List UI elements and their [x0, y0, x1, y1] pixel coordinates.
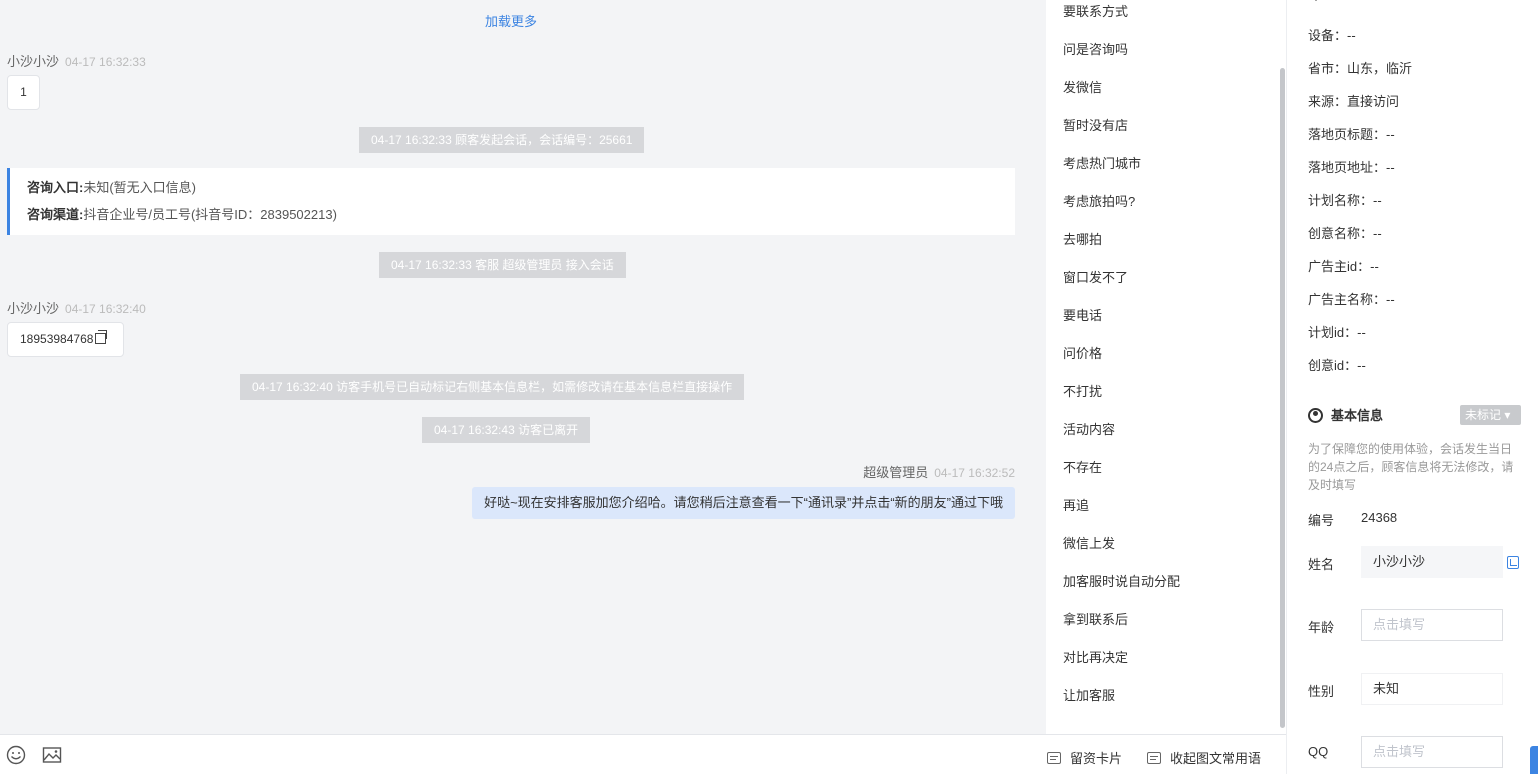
visit-info-plan-id: 计划id：-- — [1308, 325, 1366, 340]
message-header: 小沙小沙 04-17 16:32:40 — [7, 298, 146, 317]
message-header: 小沙小沙 04-17 16:32:33 — [7, 51, 146, 70]
visit-info-advertiser-id: 广告主id：-- — [1308, 259, 1379, 274]
sender-name: 小沙小沙 — [7, 54, 60, 69]
floating-action-tab[interactable] — [1530, 746, 1538, 774]
visit-info-source: 来源：直接访问 — [1308, 94, 1400, 109]
quick-reply-item[interactable]: 微信上发 — [1063, 533, 1115, 552]
quick-reply-item[interactable]: 加客服时说自动分配 — [1063, 571, 1180, 590]
lead-card-button[interactable]: 留资卡片 — [1047, 748, 1122, 767]
basic-info-title-text: 基本信息 — [1331, 408, 1384, 423]
quick-replies-scrollbar[interactable] — [1280, 68, 1285, 728]
quick-reply-item[interactable]: 问是咨询吗 — [1063, 39, 1128, 58]
quick-reply-item[interactable]: 不打扰 — [1063, 381, 1102, 400]
id-label: 编号 — [1308, 513, 1335, 528]
caret-down-icon: ▾ — [1504, 408, 1511, 422]
visit-info-creative-id: 创意id：-- — [1308, 358, 1366, 373]
chat-panel: 加载更多 小沙小沙 04-17 16:32:33 1 04-17 16:32:33… — [0, 0, 1046, 734]
quick-reply-item[interactable]: 要电话 — [1063, 305, 1102, 324]
age-placeholder: 点击填写 — [1373, 617, 1426, 632]
mark-status-value: 未标记 — [1465, 408, 1502, 422]
quick-reply-item[interactable]: 问价格 — [1063, 343, 1102, 362]
quick-reply-item[interactable]: 再追 — [1063, 495, 1089, 514]
load-more-link[interactable]: 加载更多 — [0, 11, 1022, 30]
quick-reply-item[interactable]: 拿到联系后 — [1063, 609, 1128, 628]
id-value: 24368 — [1361, 510, 1398, 525]
name-label: 姓名 — [1308, 557, 1335, 572]
visit-info-region: 省市：山东，临沂 — [1308, 61, 1413, 76]
quick-reply-item[interactable]: 窗口发不了 — [1063, 267, 1128, 286]
system-message: 04-17 16:32:40 访客手机号已自动标记右侧基本信息栏，如需修改请在基… — [240, 374, 745, 400]
system-message: 04-17 16:32:33 顾客发起会话，会话编号：25661 — [359, 127, 645, 153]
quick-reply-item[interactable]: 不存在 — [1063, 457, 1102, 476]
age-field[interactable]: 点击填写 — [1361, 609, 1503, 641]
input-toolbar: 留资卡片 收起图文常用语 — [0, 734, 1286, 774]
section-header-partial — [1314, 0, 1318, 2]
channel-label: 咨询渠道: — [27, 207, 84, 222]
lead-card-label: 留资卡片 — [1070, 751, 1123, 766]
message-time: 04-17 16:32:40 — [65, 302, 146, 316]
gender-label: 性别 — [1308, 684, 1335, 699]
entry-info-card: 咨询入口:未知(暂无入口信息) 咨询渠道:抖音企业号/员工号(抖音号ID：283… — [7, 168, 1015, 235]
quick-reply-item[interactable]: 对比再决定 — [1063, 647, 1128, 666]
quick-reply-item[interactable]: 让加客服 — [1063, 685, 1115, 704]
phrases-icon — [1147, 752, 1161, 764]
agent-name: 超级管理员 — [863, 465, 929, 480]
card-icon — [1047, 752, 1061, 764]
basic-info-title: 基本信息 — [1308, 405, 1383, 424]
mark-status-dropdown[interactable]: 未标记 ▾ — [1460, 405, 1521, 425]
quick-replies-panel: 要联系方式 问是咨询吗 发微信 暂时没有店 考虑热门城市 考虑旅拍吗? 去哪拍 … — [1046, 0, 1286, 734]
quick-reply-item[interactable]: 暂时没有店 — [1063, 115, 1128, 134]
sender-name: 小沙小沙 — [7, 301, 60, 316]
gender-select[interactable]: 未知 — [1361, 673, 1503, 705]
qq-placeholder: 点击填写 — [1373, 744, 1426, 759]
message-time: 04-17 16:32:33 — [65, 55, 146, 69]
visit-info-device: 设备：-- — [1308, 28, 1356, 43]
system-message: 04-17 16:32:33 客服 超级管理员 接入会话 — [379, 252, 626, 278]
copy-name-icon[interactable] — [1507, 556, 1519, 569]
channel-row: 咨询渠道:抖音企业号/员工号(抖音号ID：2839502213) — [27, 205, 1015, 232]
system-message: 04-17 16:32:43 访客已离开 — [422, 417, 591, 443]
visit-info-landing-url: 落地页地址：-- — [1308, 160, 1395, 175]
quick-reply-item[interactable]: 考虑热门城市 — [1063, 153, 1141, 172]
entry-value: 未知(暂无入口信息) — [83, 180, 197, 195]
user-icon — [1308, 408, 1323, 423]
quick-reply-item[interactable]: 活动内容 — [1063, 419, 1115, 438]
entry-label: 咨询入口: — [27, 180, 84, 195]
quick-reply-item[interactable]: 要联系方式 — [1063, 1, 1128, 20]
customer-info-panel: 设备：-- 省市：山东，临沂 来源：直接访问 落地页标题：-- 落地页地址：--… — [1286, 0, 1538, 774]
collapse-phrases-button[interactable]: 收起图文常用语 — [1147, 748, 1261, 767]
entry-row: 咨询入口:未知(暂无入口信息) — [27, 178, 1015, 205]
message-time: 04-17 16:32:52 — [934, 466, 1015, 480]
basic-info-notice: 为了保障您的使用体验，会话发生当日的24点之后，顾客信息将无法修改，请及时填写 — [1308, 442, 1514, 492]
quick-reply-item[interactable]: 发微信 — [1063, 77, 1102, 96]
channel-value: 抖音企业号/员工号(抖音号ID：2839502213) — [83, 207, 337, 222]
age-label: 年龄 — [1308, 620, 1335, 635]
quick-reply-item[interactable]: 去哪拍 — [1063, 229, 1102, 248]
visitor-message-bubble: 18953984768 — [7, 322, 124, 357]
quick-reply-item[interactable]: 考虑旅拍吗? — [1063, 191, 1135, 210]
agent-message-header: 超级管理员 04-17 16:32:52 — [863, 462, 1015, 481]
collapse-phrases-label: 收起图文常用语 — [1170, 751, 1262, 766]
image-icon[interactable] — [42, 745, 62, 765]
qq-label: QQ — [1308, 744, 1329, 759]
visit-info-landing-title: 落地页标题：-- — [1308, 127, 1395, 142]
visit-info-advertiser-name: 广告主名称：-- — [1308, 292, 1395, 307]
name-field[interactable]: 小沙小沙 — [1361, 546, 1503, 578]
visit-info-plan-name: 计划名称：-- — [1308, 193, 1382, 208]
emoji-icon[interactable] — [6, 745, 26, 765]
phone-number-text: 18953984768 — [20, 332, 94, 346]
visitor-message-bubble: 1 — [7, 75, 40, 110]
agent-message-bubble: 好哒~现在安排客服加您介绍哈。请您稍后注意查看一下“通讯录”并点击“新的朋友”通… — [472, 487, 1015, 519]
copy-icon[interactable] — [95, 330, 108, 344]
visit-info-creative-name: 创意名称：-- — [1308, 226, 1382, 241]
qq-field[interactable]: 点击填写 — [1361, 736, 1503, 768]
